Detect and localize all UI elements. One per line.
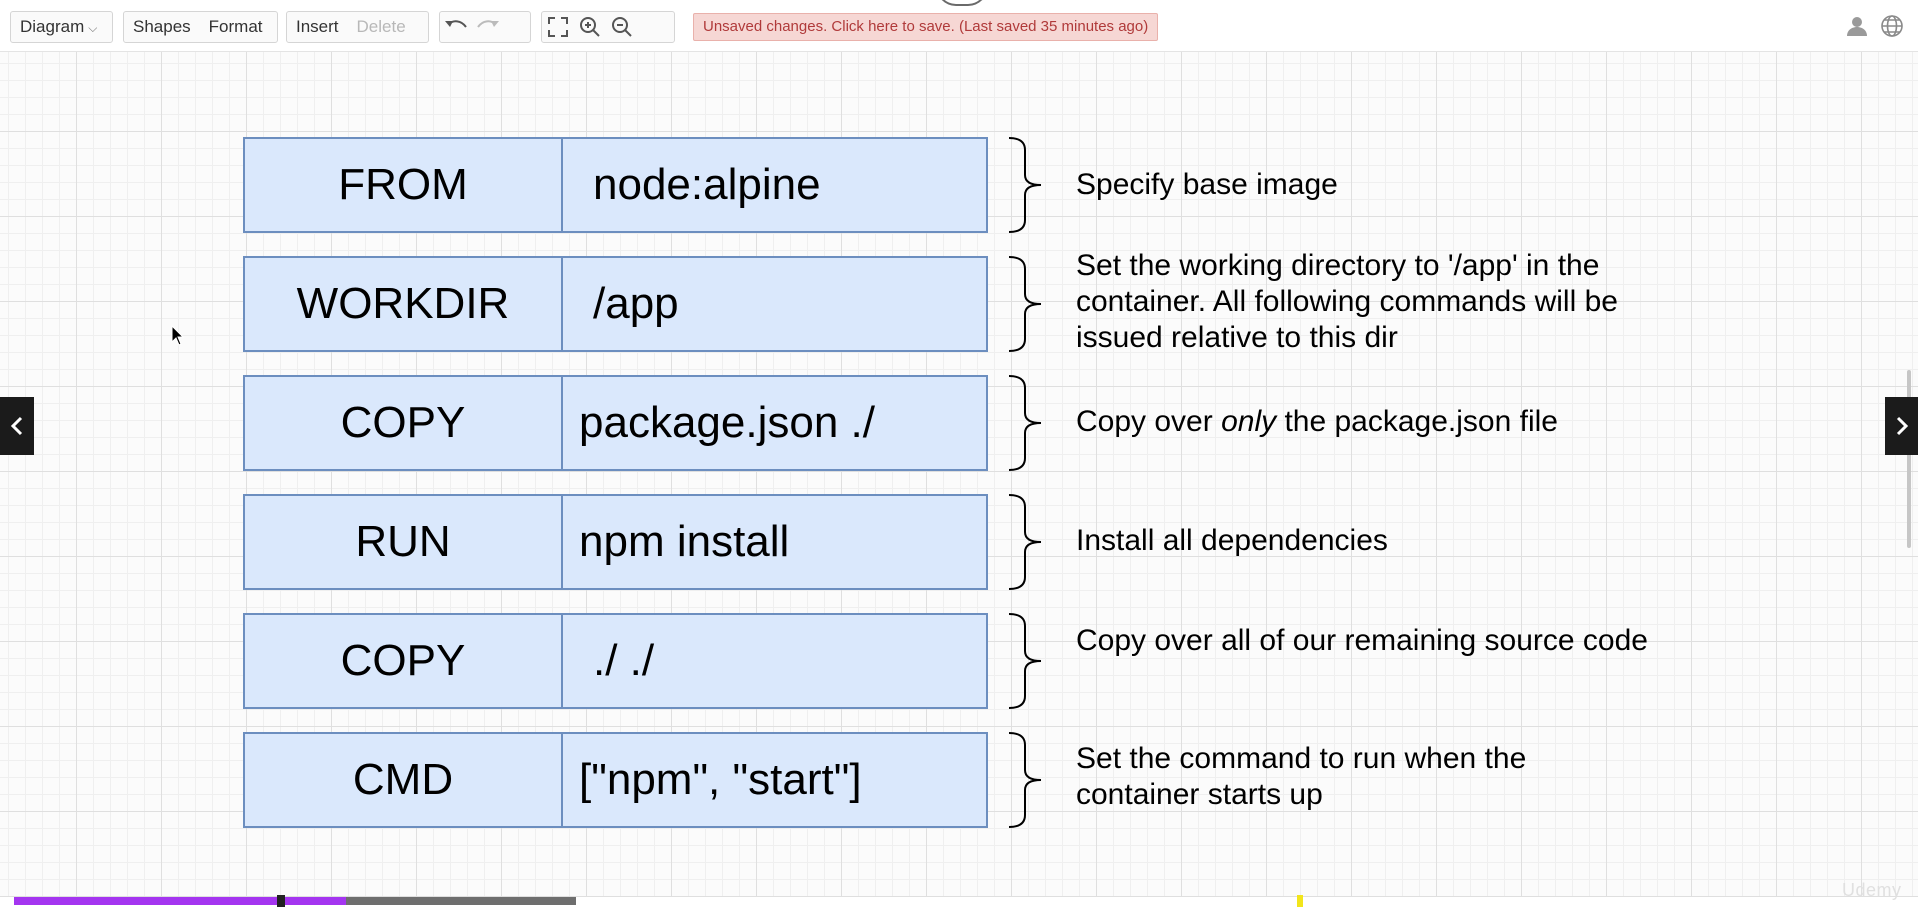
zoom-out-icon[interactable] <box>606 12 638 42</box>
instruction-cell[interactable]: COPY <box>243 375 563 471</box>
unsaved-changes-notice[interactable]: Unsaved changes. Click here to save. (La… <box>693 13 1159 41</box>
instruction-cell[interactable]: WORKDIR <box>243 256 563 352</box>
diagram-row[interactable]: RUN npm install <box>243 494 988 590</box>
video-progress-bar[interactable] <box>14 895 576 907</box>
top-tab-handle[interactable] <box>936 0 988 6</box>
argument-cell[interactable]: package.json ./ <box>561 375 988 471</box>
progress-played <box>14 897 346 905</box>
delete-button[interactable]: Delete <box>348 12 415 42</box>
undo-redo-group <box>439 11 531 43</box>
user-icon[interactable] <box>1845 14 1869 43</box>
redo-icon[interactable] <box>472 12 504 42</box>
description-label[interactable]: Copy over all of our remaining source co… <box>1076 623 1676 659</box>
chevron-right-icon <box>1896 416 1909 436</box>
zoom-in-icon[interactable] <box>574 12 606 42</box>
description-text: Copy over <box>1076 405 1222 438</box>
description-text: the package.json file <box>1276 405 1558 438</box>
progress-handle[interactable] <box>276 895 285 907</box>
mouse-cursor-icon <box>171 325 185 346</box>
diagram-row[interactable]: FROM node:alpine <box>243 137 988 233</box>
curly-brace-shape[interactable] <box>1007 256 1043 352</box>
curly-brace-shape[interactable] <box>1007 613 1043 709</box>
udemy-watermark: Udemy <box>1842 880 1902 900</box>
instruction-cell[interactable]: COPY <box>243 613 563 709</box>
toolbar: Diagram ⌵ Shapes Format Insert Delete Uns… <box>0 0 1918 52</box>
view-zoom-group <box>541 11 675 43</box>
description-label[interactable]: Set the working directory to '/app' in t… <box>1076 248 1686 356</box>
insert-button[interactable]: Insert <box>287 12 348 42</box>
diagram-menu-label: Diagram <box>20 16 85 36</box>
instruction-cell[interactable]: RUN <box>243 494 563 590</box>
chevron-down-icon: ⌵ <box>88 20 98 35</box>
argument-cell[interactable]: node:alpine <box>561 137 988 233</box>
curly-brace-shape[interactable] <box>1007 375 1043 471</box>
diagram-row[interactable]: COPY package.json ./ <box>243 375 988 471</box>
diagram-row[interactable]: COPY ./ ./ <box>243 613 988 709</box>
undo-icon[interactable] <box>440 12 472 42</box>
fullscreen-icon[interactable] <box>542 12 574 42</box>
description-emphasis: only <box>1221 405 1277 438</box>
globe-icon[interactable] <box>1880 14 1904 43</box>
instruction-cell[interactable]: FROM <box>243 137 563 233</box>
argument-cell[interactable]: npm install <box>561 494 988 590</box>
curly-brace-shape[interactable] <box>1007 137 1043 233</box>
instruction-cell[interactable]: CMD <box>243 732 563 828</box>
chevron-left-icon <box>10 416 23 436</box>
description-label[interactable]: Copy over only the package.json file <box>1076 404 1696 440</box>
insert-delete-group: Insert Delete <box>286 11 429 43</box>
diagram-menu-group: Diagram ⌵ <box>10 11 113 43</box>
description-label[interactable]: Set the command to run when the containe… <box>1076 741 1596 813</box>
diagram-row[interactable]: CMD ["npm", "start"] <box>243 732 988 828</box>
next-button[interactable] <box>1885 397 1918 455</box>
diagram-canvas[interactable]: FROM node:alpine Specify base image WORK… <box>0 52 1918 900</box>
diagram-menu-button[interactable]: Diagram ⌵ <box>11 12 106 43</box>
shapes-button[interactable]: Shapes <box>124 12 200 42</box>
diagram-row[interactable]: WORKDIR /app <box>243 256 988 352</box>
progress-marker <box>1297 895 1303 907</box>
argument-cell[interactable]: /app <box>561 256 988 352</box>
description-label[interactable]: Specify base image <box>1076 167 1696 203</box>
previous-button[interactable] <box>0 397 34 455</box>
argument-cell[interactable]: ./ ./ <box>561 613 988 709</box>
curly-brace-shape[interactable] <box>1007 732 1043 828</box>
curly-brace-shape[interactable] <box>1007 494 1043 590</box>
description-label[interactable]: Install all dependencies <box>1076 523 1696 559</box>
format-button[interactable]: Format <box>200 12 272 42</box>
argument-cell[interactable]: ["npm", "start"] <box>561 732 988 828</box>
shapes-format-group: Shapes Format <box>123 11 278 43</box>
